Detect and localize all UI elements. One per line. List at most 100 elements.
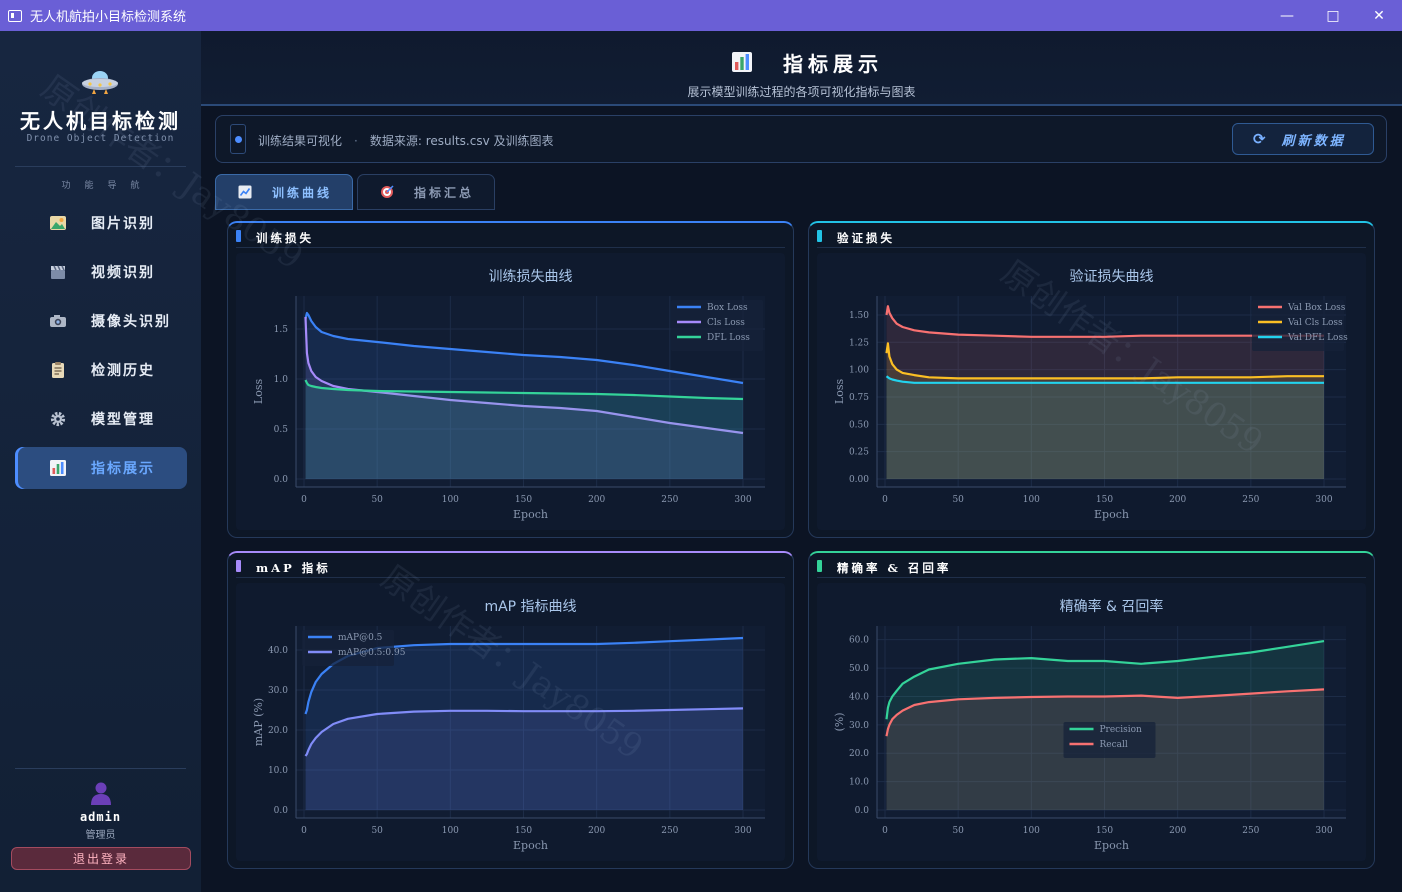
legend-label: Val Box Loss: [1287, 303, 1346, 313]
training-loss-chart: 训练损失曲线 0.0 0.5 1.0 1.5 0 50 100 150 200 250 300 Epoc…: [236, 253, 785, 530]
x-tick-label: 0: [301, 495, 307, 505]
validation-loss-panel: 验证损失 验证损失曲线 0.00 0.25 0.50 0.75 1.00 1.25 1.50 0…: [808, 221, 1375, 538]
title-bar: 无人机航拍小目标检测系统 — □ ✕: [0, 0, 1402, 31]
y-tick-label: 0.5: [274, 425, 289, 435]
map-metrics-panel: mAP 指标 mAP 指标曲线 0.0 10.0 20.0 30.0 40.0 0 50 100…: [227, 551, 794, 869]
precision-recall-chart: 精确率 & 召回率 0.0 10.0 20.0 30.0 40.0 50.0 60.0 0 50 1…: [817, 583, 1366, 861]
x-tick-label: 100: [1023, 826, 1040, 836]
chart-title: 精确率 & 召回率: [1060, 598, 1164, 615]
y-axis-label: Loss: [833, 379, 846, 405]
x-axis-label: Epoch: [1094, 839, 1129, 852]
x-tick-label: 300: [1315, 826, 1332, 836]
clipboard-icon: [52, 362, 64, 378]
page-title: 指标展示: [783, 52, 883, 76]
brand-subtitle: Drone Object Detection: [26, 133, 175, 144]
y-tick-label: 20.0: [849, 749, 869, 759]
panel-header: 验证损失: [817, 227, 1366, 248]
x-tick-label: 100: [442, 826, 459, 836]
x-tick-label: 150: [515, 495, 532, 505]
divider: [15, 768, 186, 769]
x-tick-label: 200: [588, 495, 605, 505]
clapperboard-icon: [51, 265, 65, 279]
x-tick-label: 0: [882, 826, 888, 836]
x-tick-label: 300: [734, 826, 751, 836]
data-source-label: 数据来源: results.csv 及训练图表: [369, 134, 554, 148]
chart-title: 验证损失曲线: [1070, 269, 1154, 285]
x-tick-label: 100: [442, 495, 459, 505]
panel-title: 训练损失: [256, 231, 314, 245]
x-tick-label: 300: [1315, 495, 1332, 505]
close-icon[interactable]: ✕: [1356, 0, 1402, 31]
info-label: 训练结果可视化: [258, 134, 343, 148]
chart-title: 训练损失曲线: [489, 269, 573, 285]
x-tick-label: 250: [661, 826, 678, 836]
nav-header: 功能导航: [61, 181, 154, 191]
camera-icon: [50, 315, 66, 327]
y-tick-label: 0.0: [855, 806, 870, 816]
y-tick-label: 50.0: [849, 664, 869, 674]
x-tick-label: 50: [952, 826, 964, 836]
y-tick-label: 20.0: [268, 726, 288, 736]
tab-metrics-summary[interactable]: 指标汇总: [357, 174, 495, 210]
x-tick-label: 250: [1242, 495, 1259, 505]
sidebar-item-image-recognition[interactable]: 图片识别: [15, 202, 187, 244]
app-window-icon: [8, 9, 22, 22]
x-tick-label: 150: [515, 826, 532, 836]
sidebar-item-label: 摄像头识别: [91, 314, 171, 330]
y-tick-label: 10.0: [268, 766, 288, 776]
user-role: 管理员: [85, 830, 116, 841]
accent-bar: [817, 230, 822, 242]
legend-label: Val DFL Loss: [1287, 333, 1348, 343]
legend-label: DFL Loss: [707, 333, 750, 343]
legend-label: Box Loss: [707, 303, 748, 313]
y-tick-label: 1.5: [274, 325, 289, 335]
page-header: 指标展示 展示模型训练过程的各项可视化指标与图表: [201, 31, 1402, 106]
panel-header: 训练损失: [236, 227, 785, 248]
logout-button[interactable]: 退出登录: [11, 847, 191, 870]
refresh-data-button[interactable]: ⟳ 刷新数据: [1232, 123, 1374, 155]
chart-title: mAP 指标曲线: [484, 599, 576, 615]
y-tick-label: 0.25: [849, 448, 869, 458]
image-icon: [50, 216, 66, 230]
y-axis-label: mAP (%): [252, 698, 265, 746]
sidebar-item-metrics-display[interactable]: 指标展示: [15, 447, 187, 489]
user-name: admin: [79, 810, 122, 824]
bar-chart-icon: [50, 460, 66, 476]
sidebar-item-label: 视频识别: [91, 265, 155, 281]
x-tick-label: 150: [1096, 826, 1113, 836]
x-tick-label: 250: [661, 495, 678, 505]
y-tick-label: 0.75: [849, 393, 869, 403]
sidebar-item-camera-recognition[interactable]: 摄像头识别: [15, 300, 187, 342]
y-tick-label: 30.0: [849, 721, 869, 731]
panel-header: mAP 指标: [236, 557, 785, 578]
refresh-icon: ⟳: [1253, 130, 1266, 148]
x-tick-label: 0: [882, 495, 888, 505]
series-area: [886, 376, 1324, 479]
x-tick-label: 50: [371, 495, 383, 505]
y-tick-label: 1.00: [849, 366, 869, 376]
y-axis-label: Loss: [252, 379, 265, 405]
y-tick-label: 1.0: [274, 375, 289, 385]
x-tick-label: 250: [1242, 826, 1259, 836]
main-content: 指标展示 展示模型训练过程的各项可视化指标与图表 训练结果可视化 · 数据来源: r…: [33, 31, 1402, 892]
x-tick-label: 200: [588, 826, 605, 836]
x-tick-label: 200: [1169, 495, 1186, 505]
sidebar-item-label: 检测历史: [91, 363, 155, 379]
sidebar-item-model-management[interactable]: 模型管理: [15, 398, 187, 440]
x-axis-label: Epoch: [1094, 508, 1129, 521]
target-icon: [381, 185, 394, 198]
tab-training-curves[interactable]: 训练曲线: [215, 174, 353, 210]
sidebar-item-detection-history[interactable]: 检测历史: [15, 349, 187, 391]
minimize-icon[interactable]: —: [1264, 0, 1310, 31]
y-tick-label: 30.0: [268, 686, 288, 696]
panel-title: 精确率 & 召回率: [837, 561, 952, 575]
gear-icon: [50, 411, 66, 427]
x-tick-label: 300: [734, 495, 751, 505]
sidebar: 无人机目标检测 Drone Object Detection 功能导航 图片识别…: [0, 31, 202, 892]
precision-recall-panel: 精确率 & 召回率 精确率 & 召回率 0.0 10.0 20.0 30.0 40.0 50…: [808, 551, 1375, 869]
info-text: 训练结果可视化 · 数据来源: results.csv 及训练图表: [258, 132, 553, 149]
legend-label: mAP@0.5: [338, 633, 383, 643]
maximize-icon[interactable]: □: [1310, 0, 1356, 31]
tab-label: 指标汇总: [414, 185, 475, 200]
sidebar-item-video-recognition[interactable]: 视频识别: [15, 251, 187, 293]
